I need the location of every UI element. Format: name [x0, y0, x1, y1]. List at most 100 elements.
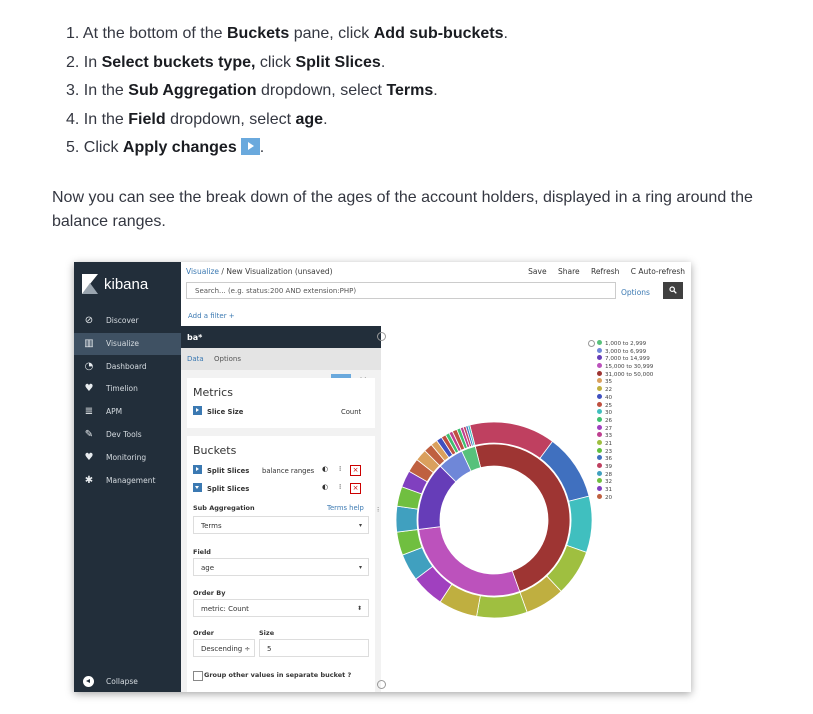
- legend-item[interactable]: 3,000 to 6,999: [597, 347, 653, 356]
- legend-item[interactable]: 15,000 to 30,999: [597, 363, 653, 371]
- add-filter-link[interactable]: Add a filter +: [188, 312, 235, 320]
- legend-item[interactable]: 31,000 to 50,000: [597, 370, 654, 379]
- size-label: Size: [259, 629, 275, 637]
- legend-swatch: [597, 340, 602, 345]
- search-button[interactable]: [663, 282, 683, 299]
- legend-item[interactable]: 32: [597, 478, 653, 486]
- sidebar-item-discover[interactable]: ⊘ Discover: [74, 310, 181, 332]
- legend-label: 28: [605, 471, 613, 478]
- legend-swatch: [597, 363, 602, 369]
- outer-slice[interactable]: [476, 591, 528, 619]
- sidebar-item-monitoring[interactable]: ♥ Monitoring: [74, 447, 181, 469]
- legend-item[interactable]: 39: [597, 463, 653, 471]
- legend-label: 31,000 to 50,000: [605, 371, 654, 378]
- legend-item[interactable]: 23: [597, 447, 653, 456]
- group-other-checkbox[interactable]: [193, 671, 203, 681]
- legend-label: 22: [605, 387, 613, 394]
- sidebar-item-dashboard[interactable]: ◔ Dashboard: [74, 356, 181, 378]
- legend-swatch: [597, 486, 602, 492]
- chevron-down-icon: ▾: [358, 522, 362, 529]
- spy-toggle-icon[interactable]: [377, 680, 386, 689]
- steps-list: 1. At the bottom of the Buckets pane, cl…: [66, 20, 508, 163]
- sidebar-item-dev-tools[interactable]: ✎ Dev Tools: [74, 424, 181, 446]
- order-select[interactable]: Descending ÷: [193, 639, 255, 657]
- sidebar-item-apm[interactable]: ≣ APM: [74, 401, 181, 423]
- breadcrumb-link[interactable]: Visualize: [186, 267, 219, 276]
- buckets-panel: Buckets Split Slices balance ranges ◐ ⁞ …: [187, 436, 375, 692]
- resize-handle[interactable]: ⁝: [377, 506, 379, 514]
- legend-item[interactable]: 36: [597, 455, 653, 463]
- legend-toggle-icon[interactable]: [588, 340, 595, 347]
- step-emphasis: Add sub-buckets: [373, 25, 504, 42]
- legend-label: 32: [605, 479, 613, 486]
- legend-item[interactable]: 40: [597, 393, 653, 402]
- legend-item[interactable]: 28: [597, 470, 653, 479]
- refresh-menu-item[interactable]: Refresh: [591, 267, 619, 276]
- legend-item[interactable]: 26: [597, 416, 653, 425]
- index-pattern-title: ba*: [187, 333, 203, 342]
- legend-item[interactable]: 31: [597, 486, 653, 494]
- terms-help-link[interactable]: Terms help: [327, 504, 364, 512]
- legend-label: 27: [605, 425, 613, 432]
- bar-chart-icon: ▥: [84, 337, 94, 349]
- tab-data[interactable]: Data: [187, 355, 204, 363]
- remove-bucket1-button[interactable]: ×: [350, 465, 361, 476]
- logo: kibana: [74, 262, 181, 307]
- sidebar-item-visualize[interactable]: ▥ Visualize: [74, 332, 181, 355]
- step-emphasis: Buckets: [227, 25, 290, 42]
- sidebar-item-timelion[interactable]: ♥ Timelion: [74, 378, 181, 400]
- sidebar-item-management[interactable]: ✱ Management: [74, 470, 181, 492]
- search-input[interactable]: Search... (e.g. status:200 AND extension…: [186, 282, 616, 299]
- legend-swatch: [597, 386, 602, 392]
- collapse-icon: [83, 676, 94, 687]
- options-link[interactable]: Options: [621, 288, 650, 297]
- legend-item[interactable]: 25: [597, 401, 653, 410]
- legend-label: 21: [605, 440, 613, 447]
- index-pattern-header: ba*: [181, 326, 381, 348]
- sub-aggregation-select[interactable]: Terms ▾: [193, 516, 369, 534]
- drag-bucket2-icon[interactable]: ⁞: [339, 483, 341, 491]
- sidebar-item-label: APM: [106, 407, 123, 417]
- field-select[interactable]: age ▾: [193, 558, 369, 576]
- legend-item[interactable]: 35: [597, 378, 653, 386]
- size-input[interactable]: 5: [259, 639, 369, 657]
- share-menu-item[interactable]: Share: [558, 267, 580, 276]
- legend-item[interactable]: 30: [597, 409, 653, 417]
- heartbeat-icon: ♥: [84, 451, 94, 463]
- legend-item[interactable]: 27: [597, 424, 653, 433]
- kibana-logo-icon: [82, 274, 98, 294]
- legend-label: 31: [605, 487, 613, 494]
- auto-refresh-menu-item[interactable]: C Auto-refresh: [631, 267, 685, 276]
- collapse-editor-icon[interactable]: [377, 332, 386, 341]
- order-label: Order: [193, 629, 214, 637]
- drag-bucket1-icon[interactable]: ⁞: [339, 465, 341, 473]
- step-item: 4. In the Field dropdown, select age.: [66, 106, 508, 135]
- toggle-bucket1-icon[interactable]: ◐: [322, 465, 328, 473]
- legend-label: 3,000 to 6,999: [605, 348, 647, 355]
- legend-label: 23: [605, 448, 613, 455]
- step-text: pane, click: [289, 25, 374, 42]
- collapse-bucket-icon[interactable]: [193, 483, 202, 492]
- collapse-button[interactable]: Collapse: [74, 672, 181, 692]
- legend-label: 25: [605, 402, 613, 409]
- legend-item[interactable]: 1,000 to 2,999: [597, 340, 653, 348]
- save-menu-item[interactable]: Save: [528, 267, 546, 276]
- bucket1-label: Split Slices: [207, 467, 250, 475]
- legend-item[interactable]: 33: [597, 432, 653, 440]
- tab-options[interactable]: Options: [214, 355, 241, 363]
- step-text: .: [323, 110, 328, 128]
- step-emphasis: Select buckets type,: [101, 53, 256, 71]
- legend-swatch: [597, 447, 602, 453]
- metrics-title: Metrics: [193, 386, 233, 399]
- order-by-select[interactable]: metric: Count ⬍: [193, 599, 369, 617]
- expand-bucket-icon[interactable]: [193, 465, 202, 474]
- legend-item[interactable]: 22: [597, 386, 653, 394]
- legend-item[interactable]: 21: [597, 439, 653, 448]
- expand-metric-icon[interactable]: [193, 406, 202, 415]
- outer-slice[interactable]: [395, 505, 419, 533]
- legend-item[interactable]: 7,000 to 14,999: [597, 355, 653, 363]
- step-number: 1.: [66, 25, 83, 42]
- remove-bucket2-button[interactable]: ×: [350, 483, 361, 494]
- toggle-bucket2-icon[interactable]: ◐: [322, 483, 328, 491]
- legend-item[interactable]: 20: [597, 493, 653, 502]
